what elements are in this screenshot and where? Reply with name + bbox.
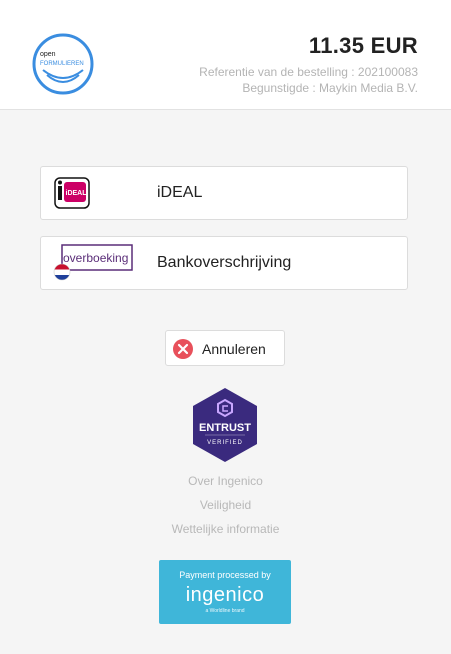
- cancel-button[interactable]: Annuleren: [165, 330, 285, 366]
- overboeking-logo-icon: overboeking: [53, 244, 133, 281]
- order-header: open FORMULIEREN 11.35 EUR Referentie va…: [0, 0, 451, 110]
- payment-method-label: iDEAL: [157, 184, 203, 201]
- ingenico-caption: Payment processed by: [179, 570, 271, 580]
- payment-method-label: Bankoverschrijving: [157, 254, 292, 271]
- link-about-ingenico[interactable]: Over Ingenico: [0, 474, 451, 488]
- cancel-button-label: Annuleren: [202, 341, 266, 357]
- ingenico-badge: Payment processed by ingenico a Worldlin…: [159, 560, 291, 624]
- order-reference: Referentie van de bestelling : 202100083: [199, 65, 418, 79]
- entrust-verified-badge: ENTRUST VERIFIED: [193, 388, 257, 462]
- overboeking-logo-text: overboeking: [63, 251, 128, 265]
- payment-method-ideal[interactable]: iDEAL iDEAL: [40, 166, 408, 220]
- open-formulieren-logo-icon: open FORMULIEREN: [32, 33, 94, 95]
- entrust-name: ENTRUST: [199, 422, 251, 434]
- logo-text-formulieren: FORMULIEREN: [40, 61, 84, 67]
- ideal-logo-icon: iDEAL: [54, 177, 90, 209]
- ingenico-name: ingenico: [185, 584, 265, 606]
- order-beneficiary: Begunstigde : Maykin Media B.V.: [242, 81, 418, 95]
- close-icon: [173, 339, 193, 359]
- entrust-subtitle: VERIFIED: [207, 440, 243, 446]
- logo-text-open: open: [40, 51, 56, 58]
- payment-method-bank-transfer[interactable]: overboeking Bankoverschrijving: [40, 236, 408, 290]
- ideal-logo-text: iDEAL: [66, 190, 88, 197]
- ingenico-subtitle: a Worldline brand: [205, 608, 245, 614]
- link-security[interactable]: Veiligheid: [0, 498, 451, 512]
- order-amount: 11.35 EUR: [308, 33, 418, 58]
- link-legal-information[interactable]: Wettelijke informatie: [0, 522, 451, 536]
